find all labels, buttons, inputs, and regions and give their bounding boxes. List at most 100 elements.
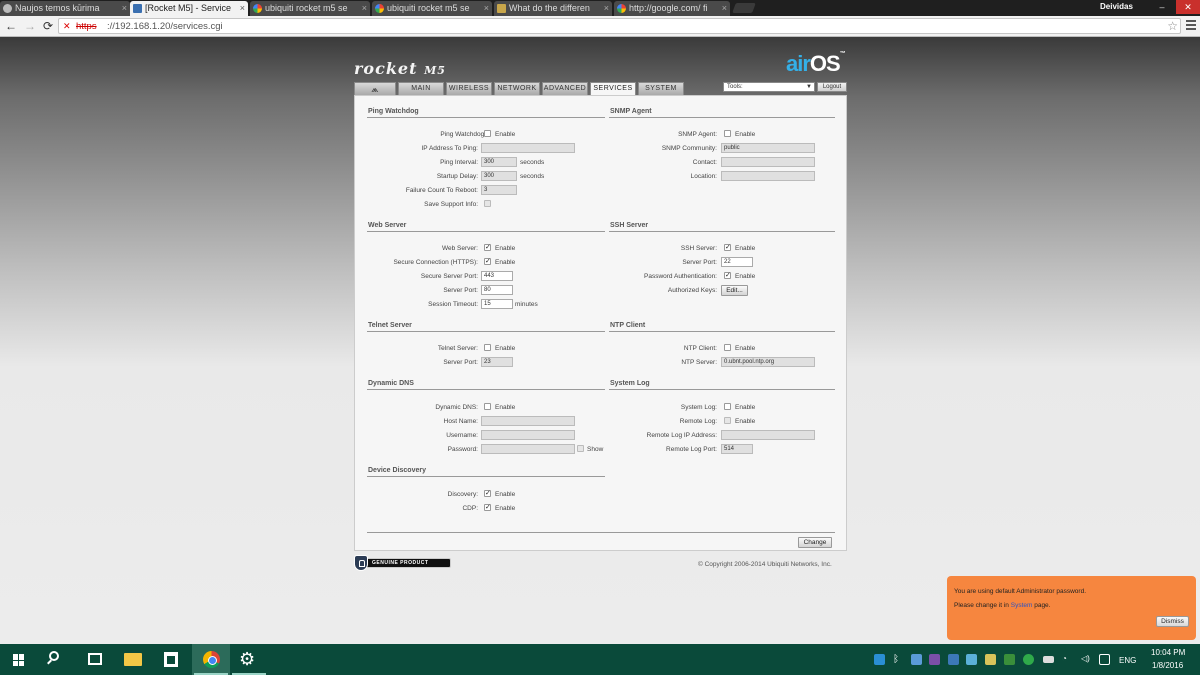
server-port-input[interactable]: 80 [481,285,513,295]
tools-dropdown[interactable]: Tools: ▼ [723,82,815,92]
save-support-checkbox[interactable] [484,200,491,207]
google-favicon-icon [375,4,384,13]
new-tab-button[interactable] [732,3,756,13]
chrome-taskbar-button[interactable] [192,644,230,675]
change-button[interactable]: Change [798,537,832,548]
tab-services[interactable]: SERVICES [590,82,636,96]
tray-app-icon[interactable] [911,654,922,665]
task-view-button[interactable] [76,644,114,675]
https-checkbox[interactable]: ✓ [484,258,491,265]
username-input[interactable] [481,430,575,440]
password-input[interactable] [481,444,575,454]
startup-delay-input[interactable]: 300 [481,171,517,181]
clock-date[interactable]: 1/8/2016 [1152,661,1183,670]
browser-tab[interactable]: Naujos temos kūrima × [0,1,130,16]
lock-shield-icon [354,555,368,571]
close-window-icon[interactable]: ✕ [1176,0,1200,14]
start-button[interactable] [0,644,38,675]
cdp-checkbox[interactable]: ✓ [484,504,491,511]
save-support-label: Save Support Info: [424,201,478,208]
location-input[interactable] [721,171,815,181]
close-tab-icon[interactable]: × [604,3,609,13]
telnet-server-checkbox[interactable] [484,344,491,351]
browser-tab[interactable]: http://google.com/ fi × [614,1,730,16]
browser-tab[interactable]: What do the differen × [494,1,612,16]
remote-log-port-input[interactable]: 514 [721,444,753,454]
clock-time[interactable]: 10:04 PM [1151,648,1185,657]
store-button[interactable] [152,644,190,675]
file-explorer-button[interactable] [114,644,152,675]
remote-log-checkbox[interactable] [724,417,731,424]
secure-port-label: Secure Server Port: [420,273,478,280]
remote-log-port-label: Remote Log Port: [666,446,717,453]
close-tab-icon[interactable]: × [240,3,245,13]
snmp-community-input[interactable]: public [721,143,815,153]
snmp-agent-checkbox[interactable] [724,130,731,137]
tray-app-icon[interactable] [985,654,996,665]
session-timeout-input[interactable]: 15 [481,299,513,309]
ping-watchdog-checkbox[interactable] [484,130,491,137]
edit-keys-button[interactable]: Edit... [721,285,748,296]
tab-main[interactable]: MAIN [398,82,444,95]
snmp-community-label: SNMP Community: [661,145,717,152]
browser-tab[interactable]: ubiquiti rocket m5 se × [250,1,370,16]
system-page-link[interactable]: System [1011,602,1033,609]
tray-app-icon[interactable] [948,654,959,665]
battery-icon[interactable] [1043,656,1054,663]
tray-app-icon[interactable] [966,654,977,665]
ssh-server-checkbox[interactable]: ✓ [724,244,731,251]
close-tab-icon[interactable]: × [362,3,367,13]
address-bar[interactable]: ✕ https ://192.168.1.20/services.cgi ☆ [58,18,1181,34]
close-tab-icon[interactable]: × [122,3,127,13]
telnet-port-input[interactable]: 23 [481,357,513,367]
tab-wireless[interactable]: WIRELESS [446,82,492,95]
logout-button[interactable]: Logout [817,82,847,92]
settings-taskbar-button[interactable]: ⚙ [230,644,268,675]
dynamic-dns-checkbox[interactable] [484,403,491,410]
ping-interval-input[interactable]: 300 [481,157,517,167]
remote-log-ip-input[interactable] [721,430,815,440]
tab-system[interactable]: SYSTEM [638,82,684,95]
system-log-checkbox[interactable] [724,403,731,410]
tab-ubnt-logo[interactable]: ⩕ [354,82,396,95]
browser-tab-active[interactable]: [Rocket M5] - Service × [130,1,248,16]
action-center-icon[interactable] [1099,654,1110,665]
tray-app-icon[interactable] [874,654,885,665]
tray-app-icon[interactable] [1023,654,1034,665]
chrome-menu-icon[interactable] [1186,20,1196,32]
web-server-checkbox[interactable]: ✓ [484,244,491,251]
ntp-client-checkbox[interactable] [724,344,731,351]
secure-port-input[interactable]: 443 [481,271,513,281]
ssh-port-input[interactable]: 22 [721,257,753,267]
show-password-checkbox[interactable] [577,445,584,452]
volume-icon[interactable]: ◁) [1081,654,1090,663]
contact-input[interactable] [721,157,815,167]
ntp-server-input[interactable]: 0.ubnt.pool.ntp.org [721,357,815,367]
password-auth-checkbox[interactable]: ✓ [724,272,731,279]
url-scheme: https [76,21,97,32]
language-indicator[interactable]: ENG [1119,656,1136,665]
failure-count-input[interactable]: 3 [481,185,517,195]
browser-toolbar: ← → ⟳ ✕ https ://192.168.1.20/services.c… [0,16,1200,37]
back-arrow-icon[interactable]: ← [4,19,18,33]
dismiss-button[interactable]: Dismiss [1156,616,1189,627]
cdp-label: CDP: [462,505,478,512]
tab-advanced[interactable]: ADVANCED [542,82,588,95]
bookmark-star-icon[interactable]: ☆ [1167,19,1178,33]
profile-name[interactable]: Deividas [1100,2,1133,11]
reload-icon[interactable]: ⟳ [41,19,55,33]
close-tab-icon[interactable]: × [722,3,727,13]
host-name-input[interactable] [481,416,575,426]
ip-to-ping-input[interactable] [481,143,575,153]
wifi-icon[interactable]: ◔ [1062,654,1067,663]
forward-arrow-icon[interactable]: → [23,19,37,33]
nvidia-icon[interactable] [1004,654,1015,665]
close-tab-icon[interactable]: × [484,3,489,13]
restore-window-icon[interactable] [1154,0,1174,14]
bluetooth-icon[interactable]: ᛒ [893,654,899,665]
tab-network[interactable]: NETWORK [494,82,540,95]
tray-app-icon[interactable] [929,654,940,665]
discovery-checkbox[interactable]: ✓ [484,490,491,497]
search-button[interactable] [38,644,76,675]
browser-tab[interactable]: ubiquiti rocket m5 se × [372,1,492,16]
